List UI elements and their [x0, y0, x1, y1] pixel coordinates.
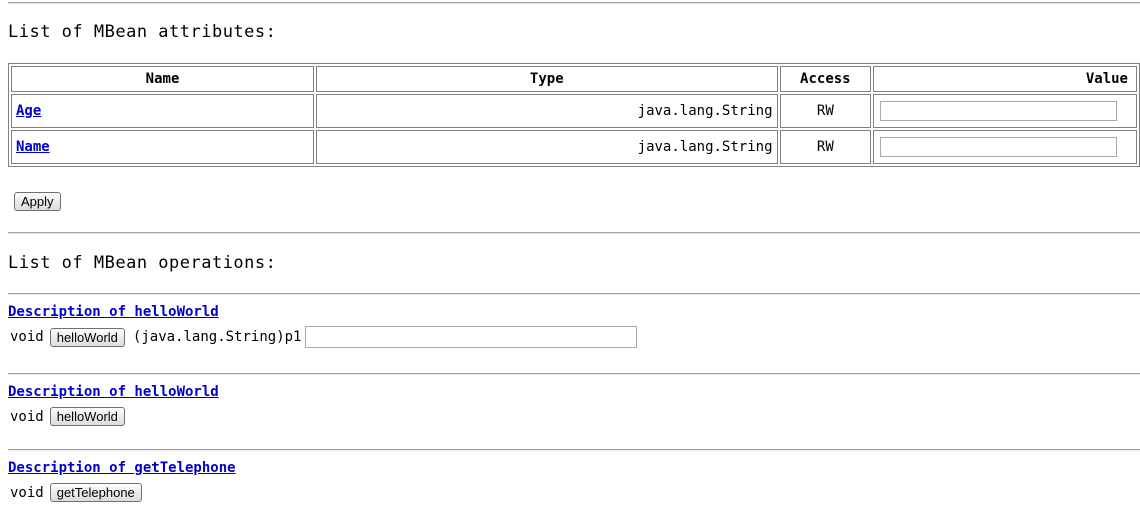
return-type-label: void [10, 408, 44, 425]
operation-description-link[interactable]: Description of helloWorld [8, 384, 219, 400]
column-header-value: Value [873, 66, 1137, 92]
return-type-label: void [10, 329, 44, 345]
operation-row: void getTelephone [10, 483, 142, 502]
attribute-link-age[interactable]: Age [16, 103, 41, 119]
column-header-type: Type [316, 66, 778, 92]
attribute-link-name[interactable]: Name [16, 139, 50, 155]
attribute-access-cell: RW [779, 130, 872, 164]
operations-heading: List of MBean operations: [8, 253, 277, 273]
attribute-type-cell: java.lang.String [316, 130, 778, 164]
operation-divider [8, 293, 1140, 295]
attributes-header-row: Name Type Access Value [11, 66, 1137, 92]
attribute-name-cell: Name [11, 130, 315, 164]
parameter-input[interactable] [305, 326, 638, 348]
attribute-value-cell [873, 94, 1137, 128]
operation-divider [8, 373, 1140, 375]
apply-button[interactable]: Apply [14, 192, 61, 211]
section-divider [8, 232, 1140, 234]
column-header-name: Name [11, 66, 315, 92]
attribute-type-cell: java.lang.String [316, 94, 778, 128]
attribute-name-cell: Age [11, 94, 315, 128]
operation-description-link[interactable]: Description of getTelephone [8, 460, 236, 476]
attribute-access-cell: RW [779, 94, 872, 128]
top-divider [8, 2, 1140, 4]
age-value-input[interactable] [880, 101, 1118, 121]
hello-world-button[interactable]: helloWorld [49, 407, 125, 426]
operation-description-link[interactable]: Description of helloWorld [8, 304, 219, 320]
get-telephone-button[interactable]: getTelephone [49, 483, 142, 502]
apply-wrapper: Apply [14, 191, 61, 211]
column-header-access: Access [779, 66, 872, 92]
attribute-value-cell [873, 130, 1137, 164]
table-row: Age java.lang.String RW [11, 94, 1137, 128]
parameter-label: (java.lang.String)p1 [132, 329, 302, 345]
operation-row: void helloWorld (java.lang.String)p1 [10, 326, 638, 348]
name-value-input[interactable] [880, 137, 1118, 157]
operation-row: void helloWorld [10, 407, 125, 426]
table-row: Name java.lang.String RW [11, 130, 1137, 164]
hello-world-button[interactable]: helloWorld [49, 327, 125, 347]
return-type-label: void [10, 484, 44, 501]
attributes-table: Name Type Access Value Age java.lang.Str… [8, 63, 1140, 167]
attributes-heading: List of MBean attributes: [8, 22, 277, 42]
operation-divider [8, 449, 1140, 451]
